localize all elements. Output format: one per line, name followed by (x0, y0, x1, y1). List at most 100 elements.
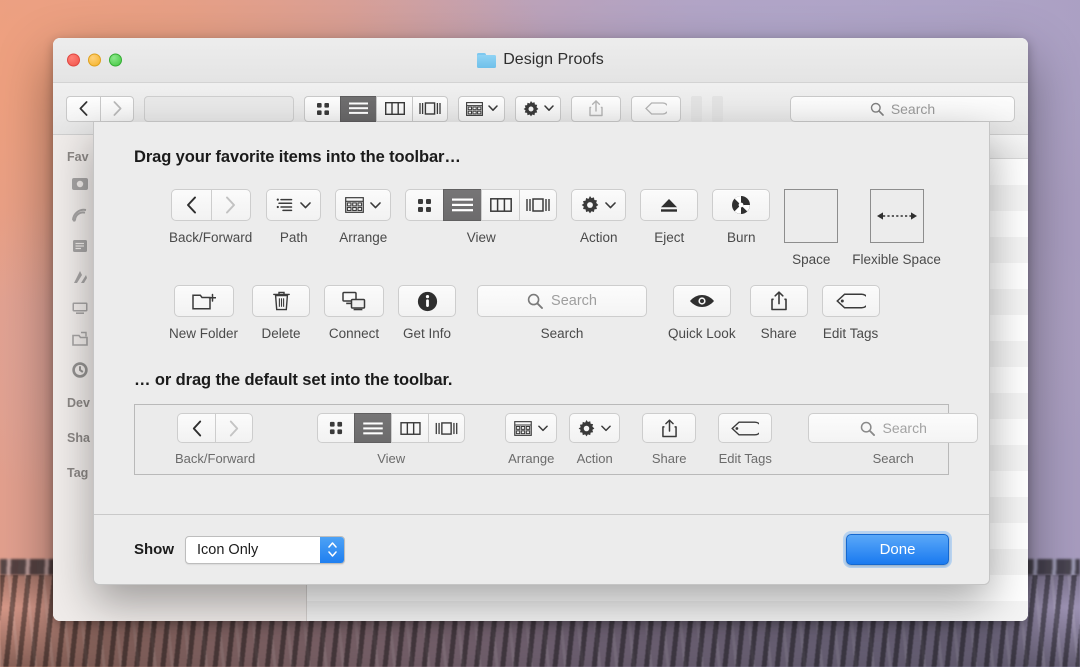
icon-view-segment[interactable] (317, 413, 355, 443)
toolbar-list-view[interactable] (340, 95, 376, 122)
new-folder-control[interactable] (173, 285, 234, 317)
toolbar-icon-view[interactable] (304, 95, 340, 122)
burn-control[interactable] (712, 189, 771, 221)
default-set-container[interactable]: Back/Forward View Arrange Action Share E… (134, 404, 979, 475)
space-control[interactable] (784, 189, 839, 243)
palette-label: Search (540, 326, 584, 341)
toolbar-gallery-view[interactable] (412, 95, 448, 122)
toolbar-space-item (691, 95, 702, 122)
popup-stepper-arrows[interactable] (320, 536, 344, 563)
palette-item-delete[interactable]: Delete (245, 285, 317, 341)
toolbar-action-button[interactable] (515, 95, 561, 122)
forward-button[interactable] (210, 189, 251, 221)
edit-tags-control[interactable] (821, 285, 880, 317)
done-button[interactable]: Done (846, 534, 949, 565)
default-item-action[interactable]: Action (563, 413, 626, 466)
toolbar-share-button[interactable] (571, 95, 621, 122)
search-control[interactable]: Search (808, 413, 979, 443)
palette-item-search[interactable]: Search Search (463, 285, 661, 341)
palette-item-space[interactable]: Space (777, 189, 845, 267)
list-view-segment[interactable] (443, 189, 482, 221)
gallery-view-segment[interactable] (428, 413, 466, 443)
toolbar-search-field[interactable]: Search (790, 95, 1015, 122)
share-control[interactable] (642, 413, 697, 443)
palette-item-view[interactable]: View (398, 189, 564, 245)
palette-item-path[interactable]: Path (259, 189, 328, 245)
forward-button[interactable] (100, 95, 134, 122)
tag-icon (731, 420, 760, 436)
palette-item-new-folder[interactable]: New Folder (162, 285, 245, 341)
palette-label: Edit Tags (822, 326, 879, 341)
toolbar-flexible-space-item (712, 95, 723, 122)
forward-button[interactable] (215, 413, 254, 443)
toolbar-column-view[interactable] (376, 95, 412, 122)
share-control[interactable] (749, 285, 808, 317)
palette-item-quick-look[interactable]: Quick Look (661, 285, 743, 341)
chevron-left-icon (79, 101, 88, 116)
get-info-control[interactable] (398, 285, 457, 317)
palette-label: Burn (727, 230, 756, 245)
magnifier-icon (527, 293, 543, 309)
palette-item-back-forward[interactable]: Back/Forward (162, 189, 259, 245)
action-control[interactable] (569, 413, 621, 443)
back-button[interactable] (170, 189, 211, 221)
default-item-search[interactable]: Search Search (802, 413, 984, 466)
back-forward-control[interactable] (177, 413, 254, 443)
column-view-segment[interactable] (391, 413, 429, 443)
default-item-share[interactable]: Share (636, 413, 702, 466)
palette-label: Quick Look (668, 326, 736, 341)
view-segmented-control[interactable] (405, 189, 558, 221)
connect-server-icon (342, 291, 366, 311)
path-control[interactable] (266, 189, 322, 221)
close-button[interactable] (67, 53, 80, 67)
chevron-down-icon (327, 551, 337, 557)
default-item-back-forward[interactable]: Back/Forward (169, 413, 261, 466)
view-segmented-control[interactable] (317, 413, 466, 443)
palette-label: Action (580, 230, 618, 245)
desktop-background: Design Proofs Search Fav Dev Sha Tag Dra… (0, 0, 1080, 667)
eject-control[interactable] (640, 189, 699, 221)
icon-view-segment[interactable] (405, 189, 444, 221)
arrange-control[interactable] (335, 189, 392, 221)
chevron-down-icon (300, 201, 312, 208)
gallery-icon (526, 198, 550, 212)
gallery-view-segment[interactable] (519, 189, 558, 221)
palette-item-get-info[interactable]: Get Info (391, 285, 463, 341)
show-popup-button[interactable]: Icon Only (185, 535, 345, 564)
palette-item-action[interactable]: Action (564, 189, 633, 245)
toolbar-arrange-button[interactable] (458, 95, 505, 122)
search-control[interactable]: Search (477, 285, 648, 317)
palette-item-arrange[interactable]: Arrange (328, 189, 398, 245)
connect-control[interactable] (324, 285, 385, 317)
default-item-arrange[interactable]: Arrange (499, 413, 563, 466)
quick-look-control[interactable] (672, 285, 731, 317)
palette-item-flexible-space[interactable]: Flexible Space (845, 189, 948, 267)
palette-label: Flexible Space (852, 252, 941, 267)
toolbar-edit-tags-button[interactable] (631, 95, 681, 122)
arrange-control[interactable] (505, 413, 558, 443)
toolbar-path-field[interactable] (144, 95, 294, 122)
back-button[interactable] (66, 95, 100, 122)
back-button[interactable] (177, 413, 216, 443)
list-view-segment[interactable] (354, 413, 392, 443)
palette-item-connect[interactable]: Connect (317, 285, 391, 341)
palette-item-edit-tags[interactable]: Edit Tags (815, 285, 887, 341)
edit-tags-control[interactable] (718, 413, 773, 443)
file-row[interactable] (307, 601, 1028, 621)
palette-item-burn[interactable]: Burn (705, 189, 777, 245)
default-label: Search (872, 451, 914, 466)
minimize-button[interactable] (88, 53, 101, 67)
back-forward-control[interactable] (170, 189, 251, 221)
grid-icon (330, 421, 343, 435)
column-view-segment[interactable] (481, 189, 520, 221)
default-item-edit-tags[interactable]: Edit Tags (712, 413, 778, 466)
default-item-view[interactable]: View (311, 413, 471, 466)
zoom-button[interactable] (109, 53, 122, 67)
palette-item-share[interactable]: Share (743, 285, 815, 341)
palette-item-eject[interactable]: Eject (633, 189, 705, 245)
airdrop-icon (72, 177, 88, 190)
action-control[interactable] (571, 189, 627, 221)
palette-label: Connect (328, 326, 380, 341)
flexible-space-control[interactable] (869, 189, 924, 243)
delete-control[interactable] (252, 285, 311, 317)
